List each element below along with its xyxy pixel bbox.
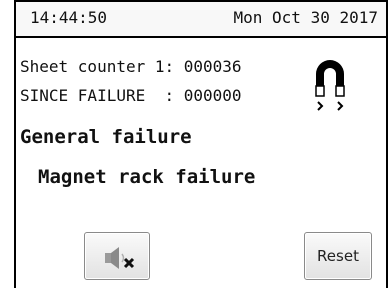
mute-button[interactable]: [84, 232, 150, 280]
status-header: 14:44:50 Mon Oct 30 2017: [16, 0, 386, 38]
general-failure-text: General failure: [20, 126, 192, 148]
clock-time: 14:44:50: [30, 8, 108, 27]
clock-date: Mon Oct 30 2017: [233, 8, 379, 27]
reset-button-label: Reset: [317, 247, 359, 265]
sheet-counter: Sheet counter 1: 000036: [20, 57, 242, 76]
magnet-icon: [315, 60, 345, 111]
failure-detail-text: Magnet rack failure: [38, 166, 256, 188]
reset-button[interactable]: Reset: [304, 232, 372, 280]
since-failure-counter: SINCE FAILURE : 000000: [20, 86, 242, 105]
speaker-mute-icon: [105, 247, 135, 269]
